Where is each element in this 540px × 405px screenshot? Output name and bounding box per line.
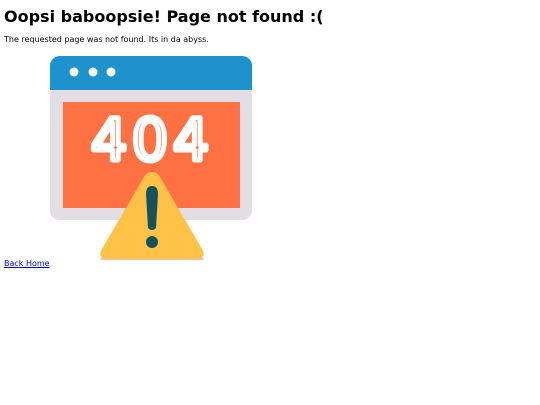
window-title-bar [50, 56, 252, 90]
exclamation-mark [146, 186, 158, 230]
not-found-page: Oopsi baboopsie! Page not found :( The r… [0, 0, 540, 405]
error-code-text: 404 [91, 106, 214, 174]
exclamation-dot [146, 236, 158, 248]
error-404-illustration: 404 [50, 56, 252, 260]
error-description: The requested page was not found. Its in… [4, 35, 209, 44]
window-dot-icon [69, 67, 79, 77]
back-home-link[interactable]: Back Home [4, 258, 50, 269]
page-title: Oopsi baboopsie! Page not found :( [4, 7, 324, 26]
window-dot-icon [106, 67, 116, 77]
window-dot-icon [88, 67, 98, 77]
